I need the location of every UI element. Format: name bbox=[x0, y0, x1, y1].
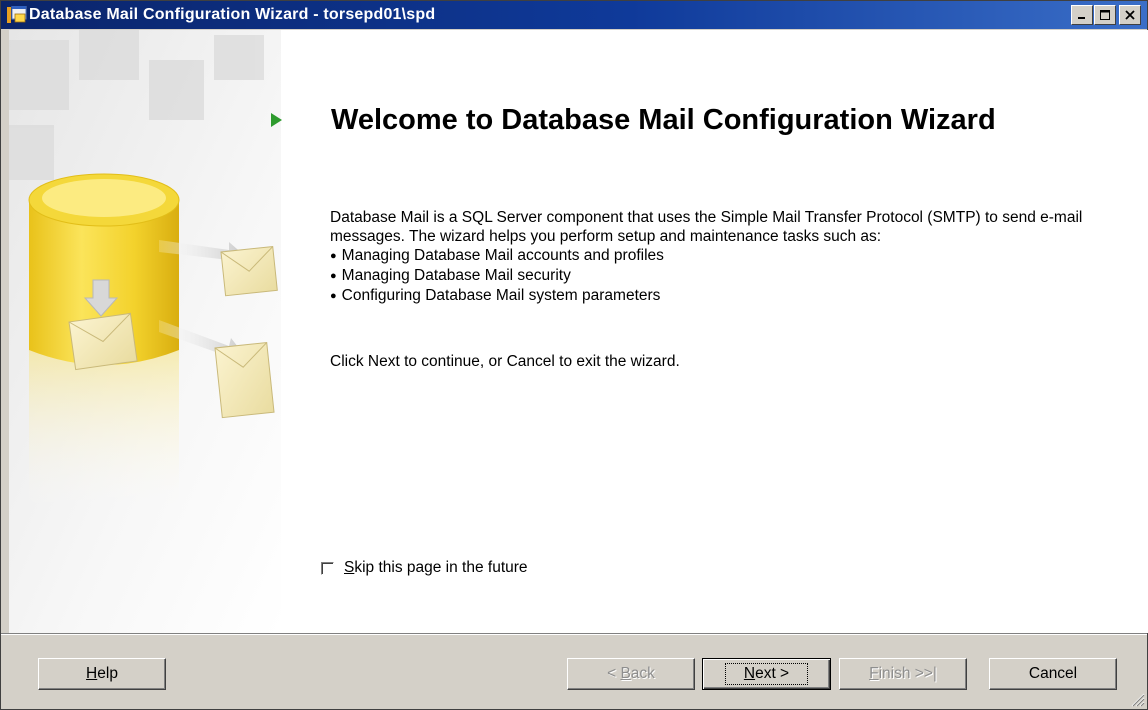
window-controls bbox=[1071, 5, 1141, 25]
minimize-icon bbox=[1078, 17, 1085, 19]
task-list-item: Managing Database Mail accounts and prof… bbox=[330, 246, 1130, 266]
skip-page-option[interactable]: Skip this page in the future bbox=[321, 559, 528, 577]
intro-text: Database Mail is a SQL Server component … bbox=[330, 209, 1083, 245]
page-heading: Welcome to Database Mail Configuration W… bbox=[331, 104, 996, 136]
resize-grip-icon[interactable] bbox=[1129, 691, 1145, 707]
wizard-content: Welcome to Database Mail Configuration W… bbox=[9, 30, 1148, 633]
back-button[interactable]: < Back bbox=[567, 658, 695, 690]
finish-button[interactable]: Finish >>| bbox=[839, 658, 967, 690]
title-bar[interactable]: Database Mail Configuration Wizard - tor… bbox=[1, 1, 1147, 29]
task-list-item: Configuring Database Mail system paramet… bbox=[330, 286, 1130, 306]
close-icon bbox=[1125, 10, 1135, 20]
description: Database Mail is a SQL Server component … bbox=[330, 208, 1130, 306]
help-button[interactable]: Help bbox=[38, 658, 166, 690]
task-list: Managing Database Mail accounts and prof… bbox=[330, 246, 1130, 306]
database-mail-illustration bbox=[9, 30, 281, 633]
focus-rectangle: Next > bbox=[724, 663, 809, 685]
task-list-item: Managing Database Mail security bbox=[330, 266, 1130, 286]
minimize-button[interactable] bbox=[1071, 5, 1093, 25]
next-button[interactable]: Next > bbox=[702, 658, 831, 690]
wizard-app-icon bbox=[7, 6, 27, 23]
footer-separator bbox=[1, 633, 1147, 635]
window-title: Database Mail Configuration Wizard - tor… bbox=[29, 6, 436, 23]
skip-page-checkbox[interactable] bbox=[321, 561, 334, 575]
wizard-window: Database Mail Configuration Wizard - tor… bbox=[0, 0, 1148, 710]
maximize-icon bbox=[1100, 10, 1110, 20]
cancel-button[interactable]: Cancel bbox=[989, 658, 1117, 690]
skip-page-label[interactable]: Skip this page in the future bbox=[344, 559, 528, 577]
current-step-arrow-icon bbox=[271, 113, 282, 127]
continue-instructions: Click Next to continue, or Cancel to exi… bbox=[330, 353, 680, 370]
maximize-button[interactable] bbox=[1094, 5, 1116, 25]
close-button[interactable] bbox=[1119, 5, 1141, 25]
